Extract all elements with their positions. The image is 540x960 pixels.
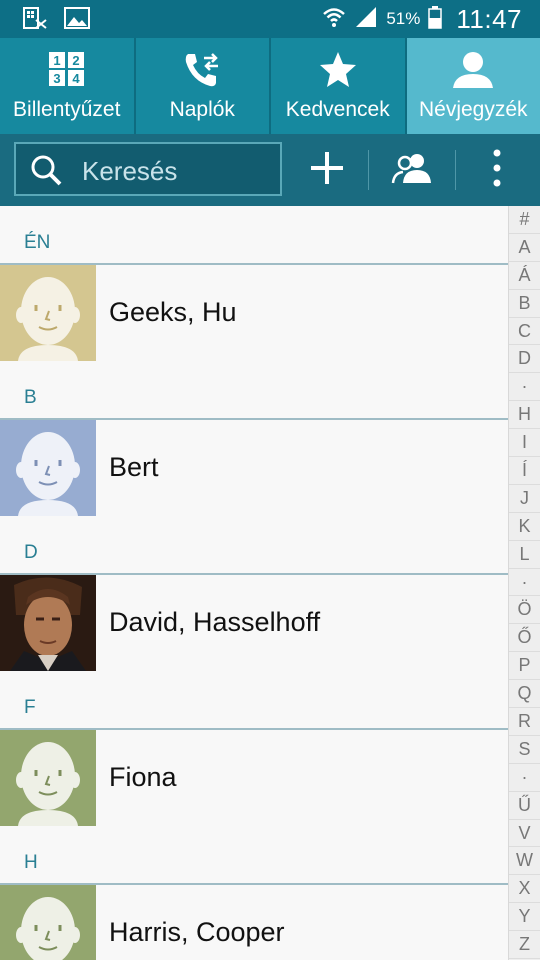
tab-logs[interactable]: Naplók [136, 38, 271, 134]
index-letter[interactable]: · [509, 569, 540, 597]
index-letter[interactable]: C [509, 318, 540, 346]
alphabet-index[interactable]: # A Á B C D · H I Í J K L · Ö Ő P Q R S · Ű V W X Y Z [508, 206, 540, 960]
tab-label: Kedvencek [285, 98, 390, 121]
tab-keypad[interactable]: 1 2 3 4 Billentyűzet [0, 38, 136, 134]
card-reader-icon [22, 6, 48, 35]
svg-text:3: 3 [53, 71, 60, 86]
action-bar: Keresés [0, 134, 540, 206]
index-letter[interactable]: Z [509, 931, 540, 960]
index-letter[interactable]: X [509, 875, 540, 904]
tab-bar: 1 2 3 4 Billentyűzet Naplók Kedvencek Né… [0, 38, 540, 134]
contact-photo [0, 575, 96, 671]
contact-section: F Fiona [0, 671, 508, 826]
svg-text:4: 4 [72, 71, 80, 86]
section-header: ÉN [24, 232, 51, 253]
index-letter[interactable]: S [509, 736, 540, 764]
index-letter[interactable]: # [509, 206, 540, 234]
contact-section: H Harris, Cooper [0, 826, 508, 960]
contact-name: Bert [109, 452, 159, 482]
index-letter[interactable]: Ű [509, 792, 540, 820]
contact-name: Harris, Cooper [109, 917, 285, 947]
index-letter[interactable]: I [509, 429, 540, 458]
contact-section: D David, Hasselhoff [0, 516, 508, 671]
groups-icon [391, 152, 433, 189]
section-header: B [24, 387, 37, 408]
index-letter[interactable]: H [509, 401, 540, 430]
index-letter[interactable]: K [509, 513, 540, 541]
tab-label: Naplók [169, 98, 235, 121]
tab-label: Névjegyzék [418, 98, 528, 121]
svg-text:1: 1 [53, 53, 60, 68]
search-input[interactable]: Keresés [14, 142, 282, 196]
index-letter[interactable]: B [509, 290, 540, 318]
contact-row[interactable]: Bert [0, 420, 508, 516]
status-bar: 51% 11:47 [0, 0, 540, 38]
index-letter[interactable]: J [509, 485, 540, 513]
more-vertical-icon [492, 148, 502, 193]
index-letter[interactable]: Á [509, 262, 540, 290]
contact-row[interactable]: Fiona [0, 730, 508, 826]
call-log-icon [182, 50, 222, 90]
person-icon [451, 50, 495, 90]
index-letter[interactable]: L [509, 541, 540, 569]
tab-favorites[interactable]: Kedvencek [271, 38, 407, 134]
contact-section: ÉN Geeks, Hu [0, 206, 508, 361]
index-letter[interactable]: Í [509, 457, 540, 485]
contact-section: B Bert [0, 361, 508, 516]
add-icon [309, 150, 345, 191]
search-placeholder: Keresés [82, 156, 178, 186]
wifi-icon [322, 5, 346, 34]
contact-row[interactable]: David, Hasselhoff [0, 575, 508, 671]
svg-text:2: 2 [72, 53, 79, 68]
star-icon [318, 50, 358, 90]
section-header: H [24, 852, 38, 873]
add-contact-button[interactable] [296, 142, 358, 198]
battery-icon [428, 5, 443, 34]
index-letter[interactable]: Ő [509, 624, 540, 653]
divider [368, 150, 369, 190]
index-letter[interactable]: A [509, 234, 540, 262]
image-icon [64, 6, 90, 35]
index-letter[interactable]: W [509, 847, 540, 876]
contact-name: Fiona [109, 762, 177, 792]
index-letter[interactable]: Q [509, 680, 540, 709]
more-options-button[interactable] [466, 142, 528, 198]
avatar [0, 420, 96, 516]
dialpad-icon: 1 2 3 4 [47, 50, 87, 90]
signal-icon [354, 5, 378, 34]
avatar [0, 265, 96, 361]
index-letter[interactable]: V [509, 820, 540, 848]
contact-name: Geeks, Hu [109, 297, 237, 327]
index-letter[interactable]: · [509, 373, 540, 402]
section-header: F [24, 697, 36, 718]
contact-row[interactable]: Harris, Cooper [0, 885, 508, 960]
index-letter[interactable]: Ö [509, 596, 540, 625]
contact-row[interactable]: Geeks, Hu [0, 265, 508, 361]
clock: 11:47 [456, 3, 522, 34]
search-icon [30, 154, 66, 191]
tab-label: Billentyűzet [13, 98, 121, 121]
index-letter[interactable]: D [509, 345, 540, 374]
index-letter[interactable]: P [509, 652, 540, 681]
contact-list: ÉN Geeks, Hu B Bert D David, Hasselhoff … [0, 206, 508, 960]
avatar [0, 730, 96, 826]
tab-contacts[interactable]: Névjegyzék [406, 38, 540, 134]
index-letter[interactable]: · [509, 764, 540, 792]
groups-button[interactable] [378, 142, 446, 198]
avatar [0, 885, 96, 960]
index-letter[interactable]: Y [509, 903, 540, 932]
section-header: D [24, 542, 38, 563]
divider [455, 150, 456, 190]
index-letter[interactable]: R [509, 708, 540, 736]
battery-percent: 51% [386, 9, 421, 28]
contact-name: David, Hasselhoff [109, 607, 321, 637]
